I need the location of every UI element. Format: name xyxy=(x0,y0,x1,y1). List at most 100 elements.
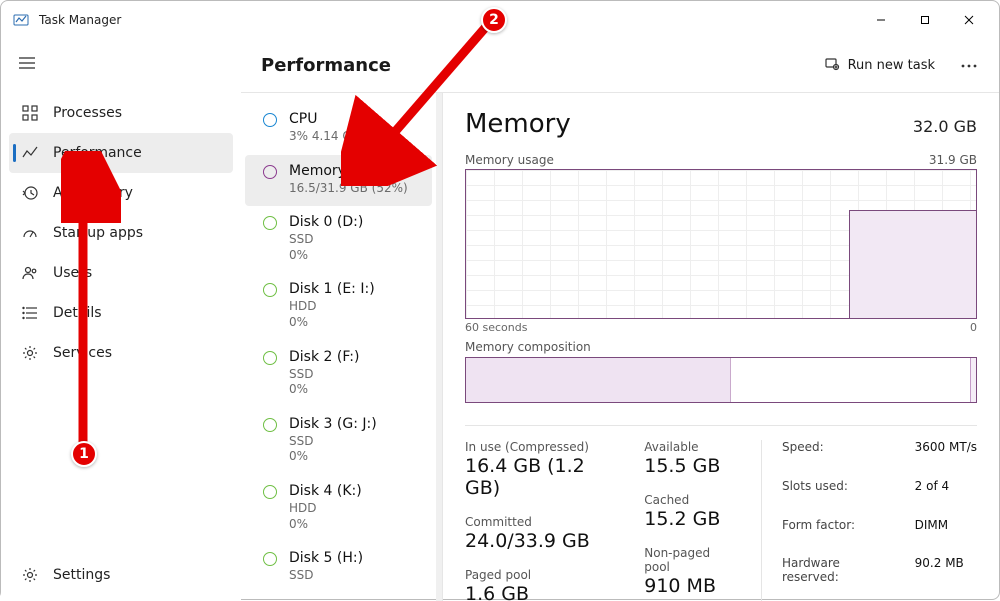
perf-item-name: Memory xyxy=(289,163,408,179)
gauge-icon xyxy=(21,224,39,242)
nav-settings[interactable]: Settings xyxy=(9,555,233,595)
nav-services[interactable]: Services xyxy=(9,333,233,373)
detail-capacity: 32.0 GB xyxy=(913,117,977,136)
detail-panel: Memory 32.0 GB Memory usage 31.9 GB 60 s… xyxy=(443,93,999,601)
perf-item-name: Disk 5 (H:) xyxy=(289,550,363,566)
perf-item-memory[interactable]: Memory 16.5/31.9 GB (52%) xyxy=(245,155,432,207)
perf-item-sub: 0% xyxy=(289,315,375,331)
nav-label: Users xyxy=(53,265,92,281)
ring-icon xyxy=(263,351,277,365)
list-icon xyxy=(21,304,39,322)
perf-item-name: CPU xyxy=(289,111,367,127)
close-button[interactable] xyxy=(947,5,991,35)
ring-icon xyxy=(263,165,277,179)
nav-label: Performance xyxy=(53,145,142,161)
axis-left: 60 seconds xyxy=(465,321,527,334)
perf-item-sub: 0% xyxy=(289,382,360,398)
perf-item-disk-4-k-[interactable]: Disk 4 (K:) HDD0% xyxy=(245,475,432,542)
axis-right: 0 xyxy=(970,321,977,334)
ring-icon xyxy=(263,485,277,499)
perf-item-sub: SSD xyxy=(289,232,363,248)
nav-label: Processes xyxy=(53,105,122,121)
run-new-task-button[interactable]: Run new task xyxy=(814,50,945,82)
sidebar: Processes Performance App history Startu… xyxy=(1,39,241,601)
perf-list[interactable]: CPU 3% 4.14 GHz Memory 16.5/31.9 GB (52%) Di… xyxy=(241,93,436,601)
page-header: Performance Run new task xyxy=(241,39,999,93)
nav-label: Settings xyxy=(53,567,110,583)
titlebar: Task Manager xyxy=(1,1,999,39)
committed-value: 24.0/33.9 GB xyxy=(465,530,618,552)
nav-label: Details xyxy=(53,305,102,321)
perf-item-name: Disk 1 (E: I:) xyxy=(289,281,375,297)
window-controls xyxy=(859,5,991,35)
app-icon xyxy=(13,12,29,28)
paged-pool-label: Paged pool xyxy=(465,568,618,582)
detail-title: Memory xyxy=(465,109,571,139)
perf-item-cpu[interactable]: CPU 3% 4.14 GHz xyxy=(245,103,432,155)
ring-icon xyxy=(263,418,277,432)
nonpaged-pool-value: 910 MB xyxy=(644,575,735,597)
perf-item-name: Disk 0 (D:) xyxy=(289,214,363,230)
perf-item-name: Disk 3 (G: J:) xyxy=(289,416,377,432)
in-use-label: In use (Compressed) xyxy=(465,440,618,454)
gear-icon xyxy=(21,566,39,584)
paged-pool-value: 1.6 GB xyxy=(465,583,618,601)
ring-icon xyxy=(263,216,277,230)
nav-users[interactable]: Users xyxy=(9,253,233,293)
in-use-value: 16.4 GB (1.2 GB) xyxy=(465,455,618,499)
page-title: Performance xyxy=(261,55,391,76)
perf-item-sub: HDD xyxy=(289,299,375,315)
perf-item-disk-3-g-j-[interactable]: Disk 3 (G: J:) SSD0% xyxy=(245,408,432,475)
perf-item-disk-1-e-i-[interactable]: Disk 1 (E: I:) HDD0% xyxy=(245,273,432,340)
perf-item-sub: 0% xyxy=(289,449,377,465)
hardware-meta: Speed:3600 MT/s Slots used:2 of 4 Form f… xyxy=(761,440,977,601)
memory-composition-bar xyxy=(465,357,977,403)
composition-label: Memory composition xyxy=(465,340,977,354)
perf-item-sub: 3% 4.14 GHz xyxy=(289,129,367,145)
perf-item-sub: 16.5/31.9 GB (52%) xyxy=(289,181,408,197)
ring-icon xyxy=(263,113,277,127)
window-title: Task Manager xyxy=(39,13,121,27)
usage-label: Memory usage xyxy=(465,153,554,167)
perf-item-disk-2-f-[interactable]: Disk 2 (F:) SSD0% xyxy=(245,341,432,408)
available-label: Available xyxy=(644,440,735,454)
gear-icon xyxy=(21,344,39,362)
grid-icon xyxy=(21,104,39,122)
run-task-icon xyxy=(824,56,840,76)
perf-item-sub: 0% xyxy=(289,517,362,533)
usage-cap: 31.9 GB xyxy=(929,153,977,167)
nav-startup-apps[interactable]: Startup apps xyxy=(9,213,233,253)
perf-item-disk-5-h-[interactable]: Disk 5 (H:) SSD xyxy=(245,542,432,594)
ring-icon xyxy=(263,552,277,566)
perf-item-name: Disk 2 (F:) xyxy=(289,349,360,365)
perf-item-sub: SSD xyxy=(289,367,360,383)
available-value: 15.5 GB xyxy=(644,455,735,477)
perf-item-sub: HDD xyxy=(289,501,362,517)
committed-label: Committed xyxy=(465,515,618,529)
nonpaged-pool-label: Non-paged pool xyxy=(644,546,735,574)
more-button[interactable] xyxy=(951,48,987,84)
history-icon xyxy=(21,184,39,202)
nav-processes[interactable]: Processes xyxy=(9,93,233,133)
run-task-label: Run new task xyxy=(848,58,935,73)
perf-item-sub: 0% xyxy=(289,248,363,264)
performance-icon xyxy=(21,144,39,162)
nav-hamburger-button[interactable] xyxy=(9,45,45,81)
perf-item-sub: SSD xyxy=(289,568,363,584)
nav-performance[interactable]: Performance xyxy=(9,133,233,173)
ring-icon xyxy=(263,283,277,297)
maximize-button[interactable] xyxy=(903,5,947,35)
cached-label: Cached xyxy=(644,493,735,507)
perf-item-disk-0-d-[interactable]: Disk 0 (D:) SSD0% xyxy=(245,206,432,273)
nav-label: Services xyxy=(53,345,112,361)
users-icon xyxy=(21,264,39,282)
nav-app-history[interactable]: App history xyxy=(9,173,233,213)
nav-details[interactable]: Details xyxy=(9,293,233,333)
nav-label: App history xyxy=(53,185,133,201)
nav-label: Startup apps xyxy=(53,225,143,241)
memory-usage-chart xyxy=(465,169,977,319)
minimize-button[interactable] xyxy=(859,5,903,35)
cached-value: 15.2 GB xyxy=(644,508,735,530)
perf-item-sub: SSD xyxy=(289,434,377,450)
perf-item-name: Disk 4 (K:) xyxy=(289,483,362,499)
